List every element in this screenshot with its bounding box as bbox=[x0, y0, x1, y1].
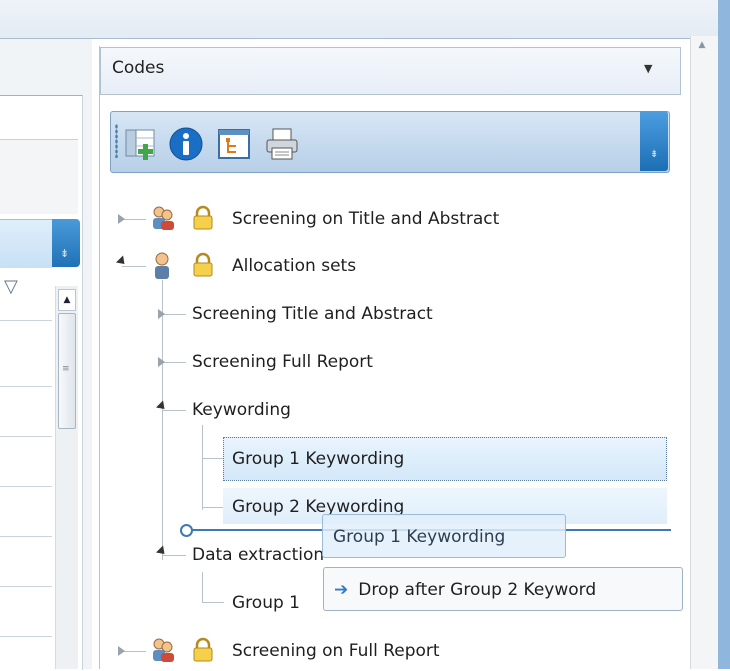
drag-ghost: Group 1 Keywording bbox=[322, 514, 566, 558]
grip-icon: ≡ bbox=[62, 364, 70, 374]
tree-item-label: Group 1 Keywording bbox=[232, 449, 405, 469]
expand-arrow-icon[interactable] bbox=[158, 357, 165, 367]
grid-row-divider bbox=[0, 386, 52, 387]
tree-guide-line bbox=[122, 219, 146, 220]
tree-item[interactable]: Group 1 bbox=[232, 583, 300, 623]
drop-position-marker bbox=[180, 524, 193, 537]
tree-guide-line bbox=[162, 362, 186, 363]
tree-guide-line bbox=[202, 425, 203, 510]
tree-item[interactable]: Screening on Title and Abstract bbox=[232, 199, 499, 239]
add-code-set-icon[interactable] bbox=[124, 126, 160, 162]
filter-icon[interactable]: ▽ bbox=[4, 276, 18, 297]
drop-hint-tooltip: ➔ Drop after Group 2 Keyword bbox=[323, 567, 683, 611]
code-tree-view-icon[interactable] bbox=[216, 126, 252, 162]
lock-icon bbox=[193, 637, 213, 662]
tree-item[interactable]: Data extraction bbox=[192, 535, 324, 575]
tree-item[interactable]: Screening on Full Report bbox=[232, 631, 440, 671]
tree-guide-line bbox=[162, 280, 163, 560]
scroll-up-arrow-icon[interactable]: ▲ bbox=[694, 40, 710, 56]
users-icon bbox=[153, 206, 174, 230]
top-strip bbox=[0, 0, 718, 39]
grid-row-divider bbox=[0, 536, 52, 537]
grid-row-divider bbox=[0, 636, 52, 637]
scroll-up-arrow-icon[interactable]: ▲ bbox=[58, 289, 76, 311]
toolbar-overflow-button[interactable]: ⇟ bbox=[640, 111, 668, 171]
expand-arrow-icon[interactable] bbox=[118, 214, 125, 224]
codes-dropdown-label: Codes bbox=[112, 58, 165, 78]
tree-guide-line bbox=[162, 555, 186, 556]
tree-item[interactable]: Allocation sets bbox=[232, 246, 356, 286]
info-icon[interactable] bbox=[168, 126, 204, 162]
tree-item-label: Data extraction bbox=[192, 545, 325, 565]
expand-arrow-icon[interactable] bbox=[158, 309, 165, 319]
toolbar-grip[interactable] bbox=[115, 124, 118, 158]
codes-dropdown[interactable] bbox=[100, 47, 681, 95]
overflow-icon: ⇟ bbox=[650, 149, 659, 160]
lock-icon bbox=[193, 205, 213, 230]
tree-item-label: Screening on Full Report bbox=[232, 641, 440, 661]
tree-guide-line bbox=[202, 572, 203, 602]
left-pane-header-area bbox=[0, 139, 78, 214]
tree-item-label: Screening Title and Abstract bbox=[192, 304, 433, 324]
print-icon[interactable] bbox=[264, 126, 300, 162]
tree-guide-line bbox=[202, 602, 224, 603]
tree-item-selected[interactable]: Group 1 Keywording bbox=[232, 439, 404, 479]
left-scrollbar-thumb[interactable]: ≡ bbox=[58, 313, 76, 429]
user-icon bbox=[155, 252, 169, 279]
tree-item-label: Screening Full Report bbox=[192, 352, 373, 372]
tree-item-label: Keywording bbox=[192, 400, 291, 420]
tree-item-label: Group 1 bbox=[232, 593, 300, 613]
grid-row-divider bbox=[0, 436, 52, 437]
tree-guide-line bbox=[202, 507, 224, 508]
tree-item[interactable]: Screening Title and Abstract bbox=[192, 294, 433, 334]
tree-item[interactable]: Screening Full Report bbox=[192, 342, 373, 382]
tree-guide-line bbox=[202, 458, 224, 459]
window-edge bbox=[718, 0, 730, 669]
users-icon bbox=[153, 638, 174, 662]
right-scrollbar[interactable] bbox=[690, 36, 719, 669]
grid-menu-button[interactable]: ⇟ bbox=[52, 219, 80, 267]
tree-guide-line bbox=[122, 266, 146, 267]
grid-menu-icon: ⇟ bbox=[60, 247, 70, 260]
tree-item-label: Allocation sets bbox=[232, 256, 357, 276]
grid-column-header bbox=[0, 219, 52, 269]
tree-guide-line bbox=[162, 314, 186, 315]
chevron-down-icon[interactable]: ▼ bbox=[644, 62, 652, 75]
expand-arrow-icon[interactable] bbox=[118, 646, 125, 656]
tree-item-label: Screening on Title and Abstract bbox=[232, 209, 500, 229]
drop-hint-text: Drop after Group 2 Keyword bbox=[358, 580, 597, 600]
tree-guide-line bbox=[162, 410, 186, 411]
grid-row-divider bbox=[0, 486, 52, 487]
lock-icon bbox=[193, 252, 213, 277]
tree-item[interactable]: Keywording bbox=[192, 390, 291, 430]
tree-guide-line bbox=[122, 651, 146, 652]
grid-row-divider bbox=[0, 586, 52, 587]
arrow-right-icon: ➔ bbox=[334, 580, 349, 600]
